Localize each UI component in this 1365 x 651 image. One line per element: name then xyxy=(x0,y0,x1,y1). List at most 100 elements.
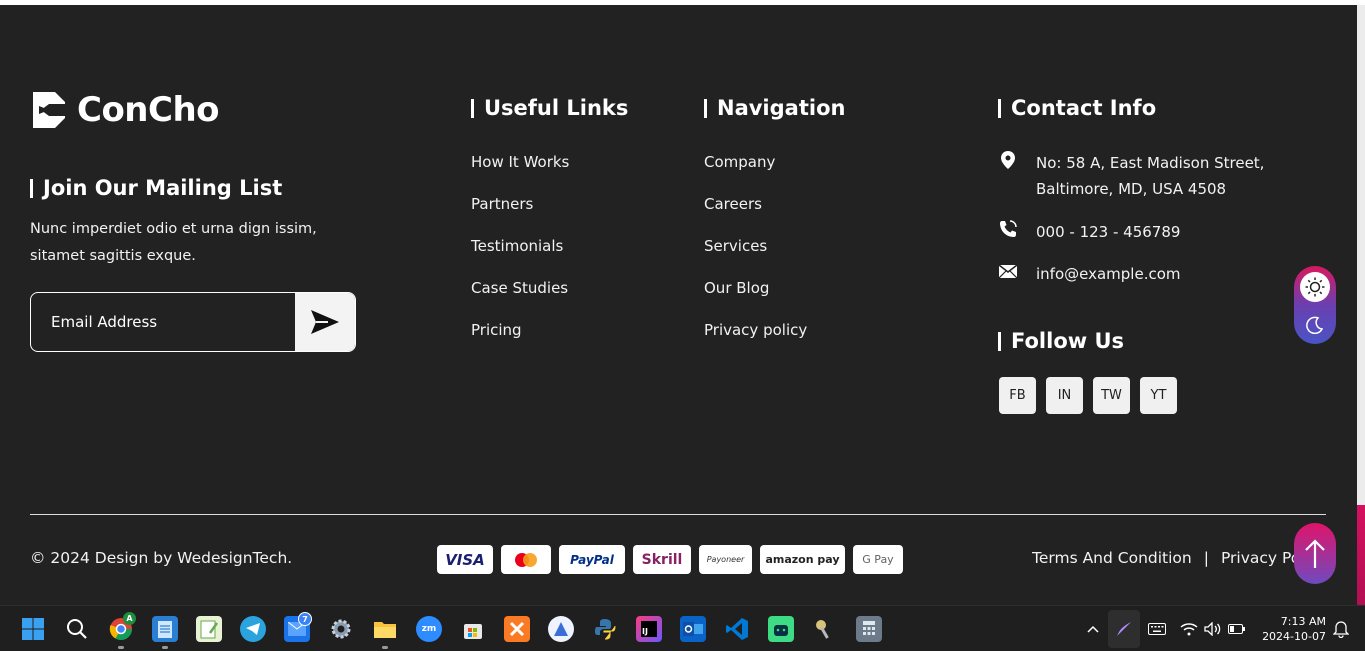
scroll-to-top-button[interactable] xyxy=(1294,523,1336,584)
android-studio-icon[interactable] xyxy=(768,616,794,642)
running-indicator xyxy=(118,646,124,649)
visa-logo: VISA xyxy=(437,545,493,574)
wifi-icon[interactable] xyxy=(1176,616,1202,642)
terms-link[interactable]: Terms And Condition xyxy=(1032,549,1192,567)
phone-icon xyxy=(998,219,1018,239)
clock-time: 7:13 AM xyxy=(1280,615,1326,628)
scrollbar-thumb[interactable] xyxy=(1357,505,1365,605)
email-address: info@example.com xyxy=(1036,265,1181,283)
nav-link-company[interactable]: Company xyxy=(704,153,807,195)
calculator-icon[interactable] xyxy=(856,616,882,642)
mastercard-logo xyxy=(501,545,551,574)
mail-unread-badge: 7 xyxy=(298,612,312,626)
social-links: FB IN TW YT xyxy=(999,377,1177,414)
follow-heading-text: Follow Us xyxy=(1011,329,1125,353)
legal-separator: | xyxy=(1203,549,1209,567)
navigation-list: Company Careers Services Our Blog Privac… xyxy=(704,153,807,363)
microsoft-store-icon[interactable] xyxy=(460,616,486,642)
xampp-icon[interactable] xyxy=(504,616,530,642)
mastercard-icon xyxy=(515,552,537,567)
pen-feather-icon[interactable] xyxy=(1108,610,1140,648)
footer-link-case-studies[interactable]: Case Studies xyxy=(471,279,569,321)
navigation-heading: Navigation xyxy=(704,96,845,120)
page-scrollbar[interactable] xyxy=(1357,5,1365,605)
running-indicator xyxy=(162,646,168,649)
heading-bar xyxy=(998,98,1001,118)
contact-address: No: 58 A, East Madison Street, Baltimore… xyxy=(998,150,1264,202)
chevron-up-icon[interactable] xyxy=(1080,616,1106,642)
brand-logo[interactable]: ConCho xyxy=(31,90,220,130)
social-twitter[interactable]: TW xyxy=(1093,377,1130,414)
contact-phone[interactable]: 000 - 123 - 456789 xyxy=(998,219,1180,245)
address-line-1: No: 58 A, East Madison Street, xyxy=(1036,154,1265,172)
contact-email[interactable]: info@example.com xyxy=(998,261,1181,287)
footer-link-testimonials[interactable]: Testimonials xyxy=(471,237,569,279)
social-youtube[interactable]: YT xyxy=(1140,377,1177,414)
payoneer-logo: Payoneer xyxy=(699,545,752,574)
windows-start-icon[interactable] xyxy=(20,616,46,642)
notepad-plus-icon[interactable] xyxy=(196,616,222,642)
heading-bar xyxy=(30,178,33,198)
volume-icon[interactable] xyxy=(1200,616,1226,642)
send-icon xyxy=(311,310,339,334)
heading-bar xyxy=(998,331,1001,351)
keyboard-icon[interactable] xyxy=(1144,616,1170,642)
mailing-heading: Join Our Mailing List xyxy=(30,176,282,200)
notepad-icon[interactable] xyxy=(152,616,178,642)
battery-icon[interactable] xyxy=(1224,616,1250,642)
sun-icon[interactable] xyxy=(1300,272,1330,302)
footer-link-how-it-works[interactable]: How It Works xyxy=(471,153,569,195)
outlook-icon[interactable] xyxy=(680,616,706,642)
phone-number: 000 - 123 - 456789 xyxy=(1036,223,1181,241)
location-pin-icon xyxy=(998,150,1018,170)
brand-name: ConCho xyxy=(77,90,220,130)
contact-heading-text: Contact Info xyxy=(1011,96,1157,120)
clock-date: 2024-10-07 xyxy=(1262,630,1326,643)
paypal-logo: PayPal xyxy=(559,545,625,574)
notification-bell-icon[interactable] xyxy=(1328,616,1354,642)
legal-links: Terms And Condition|Privacy Policy xyxy=(1032,549,1307,567)
mailing-description: Nunc imperdiet odio et urna dign issim, … xyxy=(30,221,317,264)
footer-link-partners[interactable]: Partners xyxy=(471,195,569,237)
arrow-up-icon xyxy=(1305,538,1325,568)
python-icon[interactable] xyxy=(592,616,618,642)
follow-heading: Follow Us xyxy=(998,329,1124,353)
telegram-icon[interactable] xyxy=(240,616,266,642)
nav-link-careers[interactable]: Careers xyxy=(704,195,807,237)
settings-gear-icon[interactable] xyxy=(328,616,354,642)
footer-divider xyxy=(30,514,1326,515)
navigation-heading-text: Navigation xyxy=(717,96,846,120)
skrill-logo: Skrill xyxy=(633,545,691,574)
heading-bar xyxy=(704,98,707,118)
running-indicator xyxy=(382,646,388,649)
zoom-icon[interactable]: zm xyxy=(416,616,442,642)
search-icon[interactable] xyxy=(64,616,90,642)
payment-methods: VISA PayPal Skrill Payoneer amazon pay G… xyxy=(437,545,903,574)
windows-taskbar: A 7 zm IJ 7:13 AM 2024-10-07 xyxy=(0,605,1365,651)
taskbar-clock[interactable]: 7:13 AM 2024-10-07 xyxy=(1258,614,1326,644)
send-button[interactable] xyxy=(295,293,355,351)
email-input[interactable] xyxy=(31,293,295,351)
google-pay-logo: G Pay xyxy=(853,545,903,574)
mailing-heading-text: Join Our Mailing List xyxy=(43,176,283,200)
app-launcher-icon[interactable] xyxy=(548,616,574,642)
social-linkedin[interactable]: IN xyxy=(1046,377,1083,414)
theme-toggle[interactable] xyxy=(1294,266,1336,344)
intellij-icon[interactable]: IJ xyxy=(636,616,662,642)
copyright-text: © 2024 Design by WedesignTech. xyxy=(30,549,293,567)
nav-link-services[interactable]: Services xyxy=(704,237,807,279)
address-text: No: 58 A, East Madison Street, Baltimore… xyxy=(1036,150,1264,202)
footer-link-pricing[interactable]: Pricing xyxy=(471,321,569,363)
social-facebook[interactable]: FB xyxy=(999,377,1036,414)
nav-link-privacy-policy[interactable]: Privacy policy xyxy=(704,321,807,363)
newsletter-form xyxy=(30,292,356,352)
moon-icon[interactable] xyxy=(1300,310,1330,340)
nav-link-our-blog[interactable]: Our Blog xyxy=(704,279,807,321)
vscode-icon[interactable] xyxy=(724,616,750,642)
chrome-profile-badge: A xyxy=(123,612,136,625)
address-line-2: Baltimore, MD, USA 4508 xyxy=(1036,180,1227,198)
keys-icon[interactable] xyxy=(812,616,838,642)
file-explorer-icon[interactable] xyxy=(372,616,398,642)
useful-links-heading: Useful Links xyxy=(471,96,628,120)
intellij-mark: IJ xyxy=(641,621,657,637)
